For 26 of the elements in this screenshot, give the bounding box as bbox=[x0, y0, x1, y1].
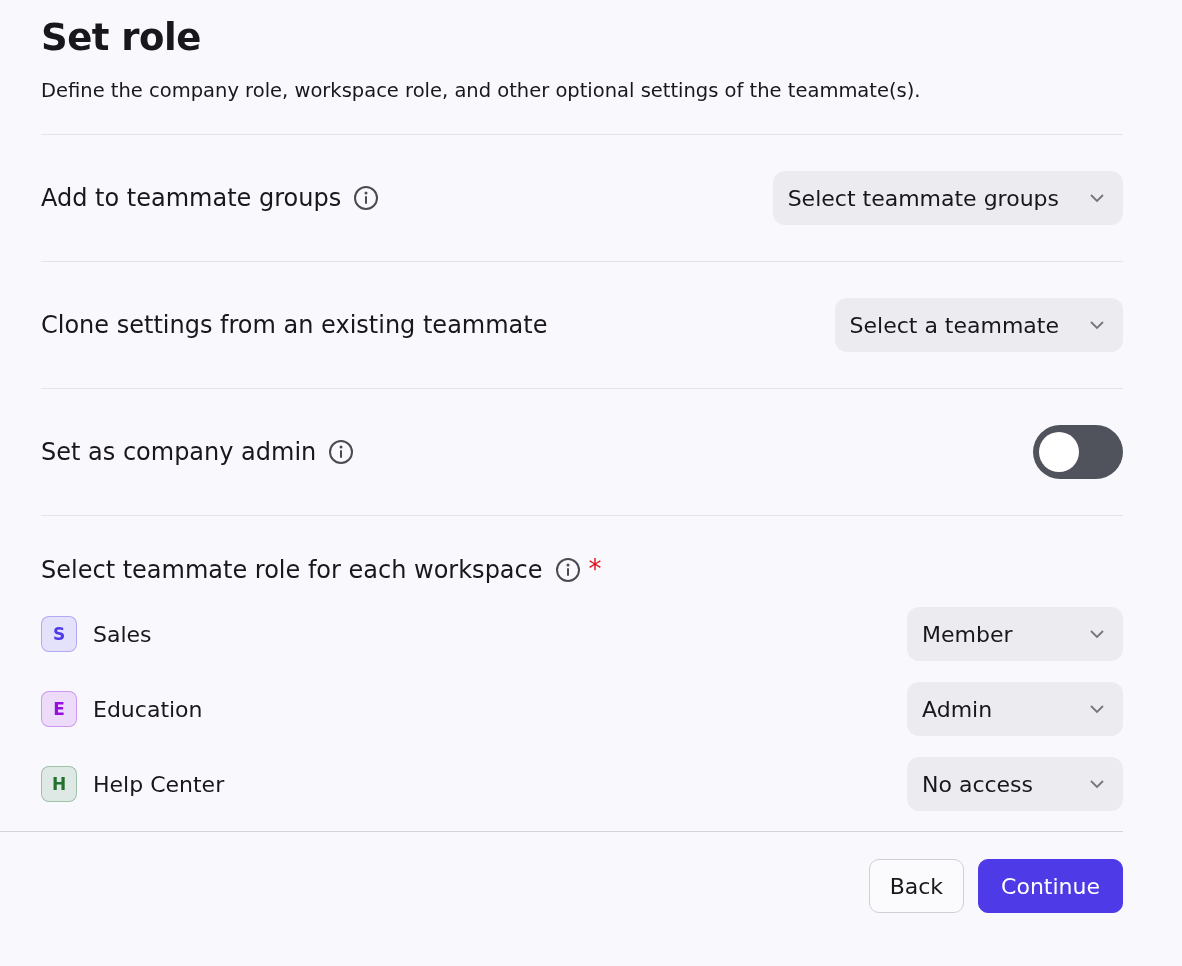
required-mark: * bbox=[588, 554, 602, 584]
continue-button[interactable]: Continue bbox=[978, 859, 1123, 913]
workspace-avatar: H bbox=[41, 766, 77, 802]
setting-label: Set as company admin bbox=[41, 438, 317, 466]
chevron-down-icon bbox=[1089, 193, 1105, 203]
workspace-avatar: E bbox=[41, 691, 77, 727]
toggle-switch[interactable] bbox=[1033, 425, 1123, 479]
role-dropdown[interactable]: Admin bbox=[907, 682, 1123, 736]
chevron-down-icon bbox=[1089, 704, 1105, 714]
dropdown[interactable]: Select a teammate bbox=[834, 298, 1123, 352]
workspace-name: Help Center bbox=[93, 771, 225, 797]
workspace-name: Sales bbox=[93, 621, 152, 647]
setting-label: Add to teammate groups bbox=[41, 184, 342, 212]
workspace-name: Education bbox=[93, 696, 203, 722]
chevron-down-icon bbox=[1089, 779, 1105, 789]
chevron-down-icon bbox=[1089, 629, 1105, 639]
setting-label: Clone settings from an existing teammate bbox=[41, 311, 548, 339]
chevron-down-icon bbox=[1089, 320, 1105, 330]
page-title: Set role bbox=[41, 15, 202, 61]
workspace-avatar: S bbox=[41, 616, 77, 652]
dropdown[interactable]: Select teammate groups bbox=[772, 171, 1123, 225]
page-description: Define the company role, workspace role, and other optional settings of the teammate(s). bbox=[41, 78, 922, 104]
back-button[interactable]: Back bbox=[868, 859, 965, 913]
section-label: Select teammate role for each workspace bbox=[41, 556, 543, 584]
role-dropdown[interactable]: Member bbox=[907, 607, 1123, 661]
role-dropdown[interactable]: No access bbox=[907, 757, 1123, 811]
